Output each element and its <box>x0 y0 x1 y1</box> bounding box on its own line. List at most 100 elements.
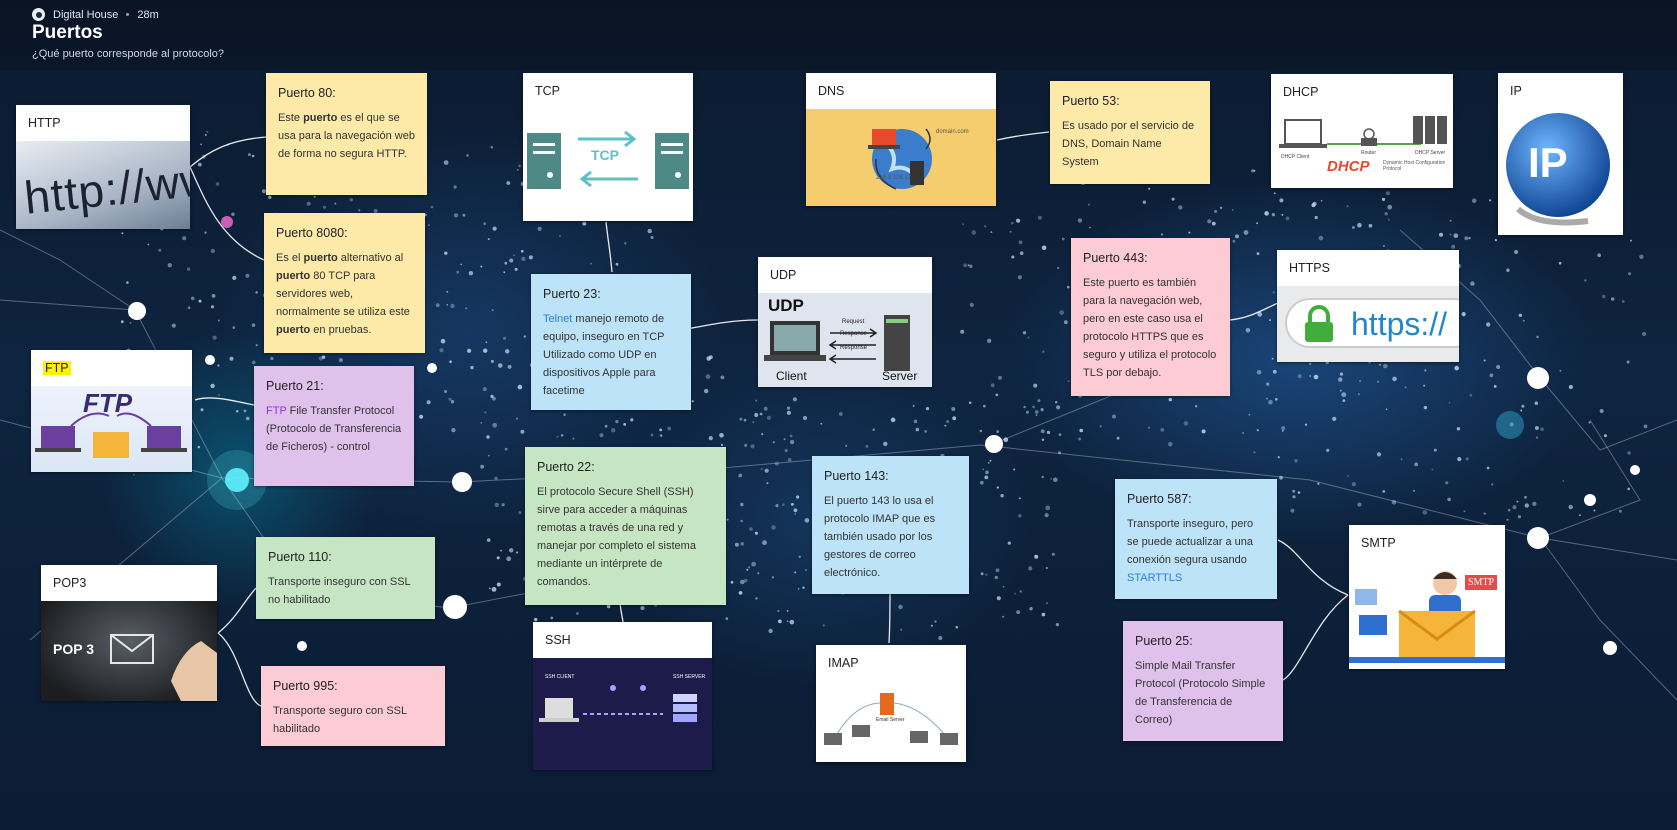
card-udp[interactable]: UDP UDP Request Response Response Client… <box>758 257 932 387</box>
card-title: FTP <box>31 350 192 386</box>
udp-image-text: UDP <box>768 296 804 315</box>
ftp-link[interactable]: FTP <box>266 405 287 417</box>
note-text: Simple Mail Transfer Protocol (Protocolo… <box>1135 660 1266 726</box>
dns-domain-label: domain.com <box>936 129 969 135</box>
dhcp-image: DHCP Client Router DHCP Server DHCP Dyna… <box>1271 110 1453 188</box>
card-ssh[interactable]: SSH SSH CLIENT SSH SERVER <box>533 622 712 770</box>
card-imap[interactable]: IMAP Email Server <box>816 645 966 762</box>
card-tcp[interactable]: TCP TCP <box>523 73 693 221</box>
note-text: El protocolo Secure Shell (SSH) sirve pa… <box>537 486 696 588</box>
card-title: DHCP <box>1283 85 1319 99</box>
note-bold: puerto <box>276 270 311 282</box>
card-pop3[interactable]: POP3 POP 3 <box>41 565 217 701</box>
ssh-client-label: SSH CLIENT <box>545 674 575 680</box>
smtp-image: SMTP <box>1349 561 1505 669</box>
starttls-link[interactable]: STARTTLS <box>1127 572 1182 584</box>
ftp-title-highlight: FTP <box>43 361 71 375</box>
note-text: Transporte inseguro con SSL no habilitad… <box>268 576 411 606</box>
digital-house-logo-icon <box>32 8 45 21</box>
duration-badge: 28m <box>137 8 159 21</box>
tcp-servers-icon <box>527 130 689 189</box>
card-dhcp[interactable]: DHCP DHCP Client Router DHCP Server DHCP… <box>1271 74 1453 188</box>
note-title: Puerto 25: <box>1135 634 1193 648</box>
card-dns[interactable]: DNS domain.com 216.3.128.12 <box>806 73 996 206</box>
udp-response-label: Response <box>840 331 868 337</box>
note-puerto-22[interactable]: Puerto 22: El protocolo Secure Shell (SS… <box>525 447 726 605</box>
card-title: SSH <box>545 633 571 647</box>
dhcp-image-subtitle: Dynamic Host Configuration Protocol <box>1383 160 1446 172</box>
note-title: Puerto 21: <box>266 379 324 393</box>
lock-icon <box>1305 305 1333 342</box>
note-title: Puerto 443: <box>1083 251 1148 265</box>
card-title: SMTP <box>1361 536 1396 550</box>
note-puerto-8080[interactable]: Puerto 8080: Es el puerto alternativo al… <box>264 213 425 353</box>
note-puerto-143[interactable]: Puerto 143: El puerto 143 lo usa el prot… <box>812 456 969 594</box>
udp-response-label: Response <box>840 345 868 351</box>
card-ftp[interactable]: FTP FTP <box>31 350 192 472</box>
dhcp-image-text: DHCP <box>1327 158 1370 175</box>
tcp-image: TCP <box>523 109 693 221</box>
brand-name[interactable]: Digital House <box>53 9 118 21</box>
note-text: en pruebas. <box>310 324 372 336</box>
ip-image-text: IP <box>1528 139 1568 186</box>
ssh-image: SSH CLIENT SSH SERVER <box>533 658 712 770</box>
tcp-image-text: TCP <box>591 147 619 163</box>
note-bold: puerto <box>303 252 338 264</box>
note-puerto-23[interactable]: Puerto 23: Telnet manejo remoto de equip… <box>531 274 691 410</box>
card-ip[interactable]: IP IP <box>1498 73 1623 235</box>
dns-globe-icon <box>868 128 932 190</box>
note-title: Puerto 995: <box>273 679 338 693</box>
https-image: https:// <box>1277 286 1459 362</box>
dhcp-router-label: Router <box>1361 150 1377 156</box>
note-puerto-53[interactable]: Puerto 53: Es usado por el servicio de D… <box>1050 81 1210 184</box>
pop3-image: POP 3 <box>41 601 217 701</box>
udp-image: UDP Request Response Response Client Ser… <box>758 293 932 387</box>
separator-dot <box>126 13 130 16</box>
note-puerto-995[interactable]: Puerto 995: Transporte seguro con SSL ha… <box>261 666 445 746</box>
note-title: Puerto 8080: <box>276 226 348 240</box>
card-smtp[interactable]: SMTP SMTP <box>1349 525 1505 669</box>
http-image-text: http://ww <box>21 152 190 224</box>
card-title: HTTP <box>28 116 61 130</box>
card-title: TCP <box>535 84 560 98</box>
note-text: Este <box>278 112 304 124</box>
udp-server-label: Server <box>882 369 918 383</box>
https-image-text: https:// <box>1351 306 1448 342</box>
note-puerto-443[interactable]: Puerto 443: Este puerto es también para … <box>1071 238 1230 396</box>
note-puerto-21[interactable]: Puerto 21: FTP File Transfer Protocol (P… <box>254 366 414 486</box>
pop3-image-text: POP 3 <box>53 641 94 657</box>
imap-server-label: Email Server <box>876 717 905 723</box>
board-header: Digital House 28m Puertos ¿Qué puerto co… <box>0 0 1677 70</box>
card-https[interactable]: HTTPS https:// <box>1277 250 1459 362</box>
breadcrumb: Digital House 28m <box>32 8 159 21</box>
smtp-image-text: SMTP <box>1465 575 1498 590</box>
card-title: IP <box>1510 84 1522 98</box>
card-title: IMAP <box>828 656 859 670</box>
note-title: Puerto 80: <box>278 86 336 100</box>
ftp-image: FTP <box>31 386 192 472</box>
note-bold: puerto <box>303 112 338 124</box>
card-http[interactable]: HTTP http://ww <box>16 105 190 229</box>
note-puerto-80[interactable]: Puerto 80: Este puerto es el que se usa … <box>266 73 427 195</box>
dhcp-client-label: DHCP Client <box>1281 154 1310 160</box>
note-bold: puerto <box>276 324 311 336</box>
note-text: alternativo al <box>337 252 404 264</box>
note-puerto-25[interactable]: Puerto 25: Simple Mail Transfer Protocol… <box>1123 621 1283 741</box>
note-title: Puerto 110: <box>268 550 332 564</box>
note-puerto-110[interactable]: Puerto 110: Transporte inseguro con SSL … <box>256 537 435 619</box>
note-puerto-587[interactable]: Puerto 587: Transporte inseguro, pero se… <box>1115 479 1277 599</box>
ftp-image-text: FTP <box>83 388 133 418</box>
card-title: POP3 <box>53 576 87 590</box>
page-subtitle: ¿Qué puerto corresponde al protocolo? <box>32 48 225 60</box>
note-text: Es el <box>276 252 304 264</box>
note-title: Puerto 23: <box>543 287 601 301</box>
note-text: File Transfer Protocol (Protocolo de Tra… <box>266 405 402 453</box>
note-title: Puerto 53: <box>1062 94 1120 108</box>
ssh-server-label: SSH SERVER <box>673 674 706 680</box>
note-text: Transporte inseguro, pero se puede actua… <box>1127 518 1254 566</box>
card-title: DNS <box>818 84 845 98</box>
telnet-link[interactable]: Telnet <box>543 313 572 325</box>
note-text: Transporte seguro con SSL habilitado <box>273 705 407 735</box>
page-title: Puertos <box>32 22 103 43</box>
dhcp-network-icon <box>1279 116 1447 148</box>
